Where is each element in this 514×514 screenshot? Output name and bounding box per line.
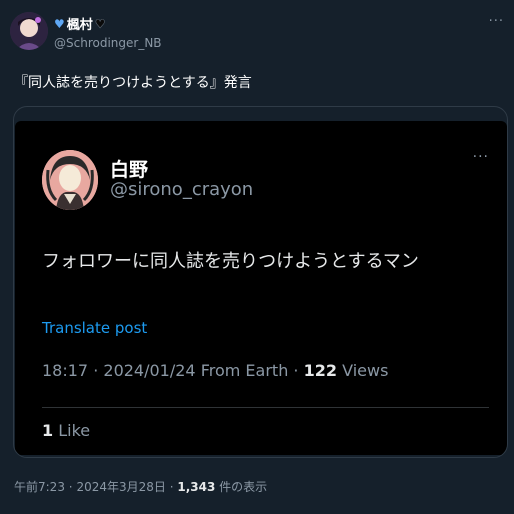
- meta-separator: ·: [93, 361, 99, 380]
- translate-post-link: Translate post: [42, 319, 148, 337]
- embedded-post-date: 2024/01/24 From Earth: [103, 361, 289, 380]
- embedded-post-time: 18:17: [42, 361, 89, 380]
- display-name-text: 楓村: [66, 18, 93, 33]
- user-handle[interactable]: @Schrodinger_NB: [54, 36, 162, 50]
- embedded-post-text: フォロワーに同人誌を売りつけようとするマン: [42, 251, 419, 272]
- tweet-time[interactable]: 午前7:23: [14, 480, 65, 494]
- embedded-views-count: 122: [303, 361, 338, 380]
- embedded-likes: 1 Like: [42, 421, 90, 440]
- embedded-display-name: 白野: [110, 159, 149, 181]
- meta-separator: ·: [68, 480, 73, 494]
- embedded-post-meta: 18:17 · 2024/01/24 From Earth · 122 View…: [42, 361, 388, 380]
- more-options-icon[interactable]: ···: [489, 14, 504, 29]
- tweet-text: 『同人誌を売りつけようとする』発言: [14, 75, 252, 91]
- blue-heart-icon: ♥: [54, 16, 65, 31]
- views-count: 1,343: [177, 480, 216, 494]
- embedded-likes-count: 1: [42, 421, 54, 440]
- display-name[interactable]: ♥ 楓村 ♥: [54, 14, 106, 33]
- views-label: 件の表示: [219, 480, 268, 494]
- embedded-user-handle: @sirono_crayon: [110, 179, 254, 200]
- embedded-screenshot-card[interactable]: 白野 @sirono_crayon ··· フォロワーに同人誌を売りつけようとす…: [13, 106, 508, 458]
- black-heart-icon: ♥: [94, 16, 106, 31]
- embedded-more-options-icon: ···: [472, 149, 489, 165]
- tweet-date[interactable]: 2024年3月28日: [76, 480, 165, 494]
- meta-separator: ·: [169, 480, 174, 494]
- meta-separator: ·: [293, 361, 299, 380]
- tweet-meta: 午前7:23 · 2024年3月28日 · 1,343 件の表示: [14, 478, 267, 495]
- embedded-views-label: Views: [342, 361, 389, 380]
- embedded-post: 白野 @sirono_crayon ··· フォロワーに同人誌を売りつけようとす…: [15, 121, 507, 455]
- embedded-likes-label: Like: [58, 421, 91, 440]
- divider: [42, 407, 489, 408]
- embedded-avatar: [42, 150, 98, 210]
- avatar[interactable]: [10, 12, 48, 50]
